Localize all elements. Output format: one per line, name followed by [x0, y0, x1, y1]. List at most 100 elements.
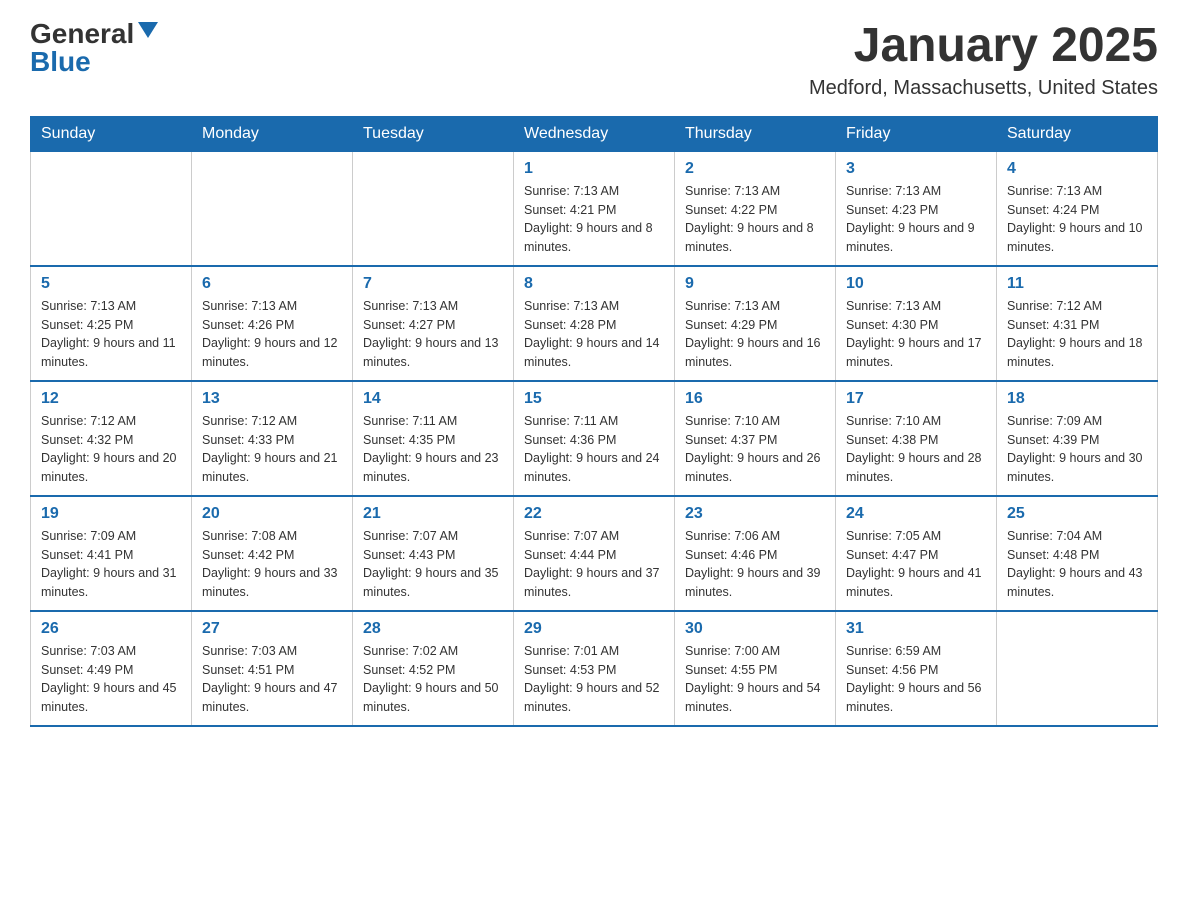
- calendar-day-cell: 27 Sunrise: 7:03 AMSunset: 4:51 PMDayligh…: [192, 611, 353, 726]
- day-info: Sunrise: 7:02 AMSunset: 4:52 PMDaylight:…: [363, 642, 503, 717]
- day-number: 23: [685, 505, 825, 523]
- calendar-day-cell: [997, 611, 1158, 726]
- day-info: Sunrise: 7:00 AMSunset: 4:55 PMDaylight:…: [685, 642, 825, 717]
- day-info: Sunrise: 7:03 AMSunset: 4:49 PMDaylight:…: [41, 642, 181, 717]
- calendar-day-cell: 7 Sunrise: 7:13 AMSunset: 4:27 PMDaylight…: [353, 266, 514, 381]
- day-info: Sunrise: 7:10 AMSunset: 4:37 PMDaylight:…: [685, 412, 825, 487]
- logo: General Blue: [30, 20, 158, 76]
- day-number: 26: [41, 620, 181, 638]
- day-of-week-header: Sunday: [31, 116, 192, 151]
- day-info: Sunrise: 7:13 AMSunset: 4:28 PMDaylight:…: [524, 297, 664, 372]
- day-info: Sunrise: 7:13 AMSunset: 4:30 PMDaylight:…: [846, 297, 986, 372]
- day-number: 22: [524, 505, 664, 523]
- day-number: 21: [363, 505, 503, 523]
- day-number: 3: [846, 160, 986, 178]
- day-number: 25: [1007, 505, 1147, 523]
- calendar-day-cell: 30 Sunrise: 7:00 AMSunset: 4:55 PMDayligh…: [675, 611, 836, 726]
- day-number: 9: [685, 275, 825, 293]
- day-number: 17: [846, 390, 986, 408]
- day-info: Sunrise: 7:05 AMSunset: 4:47 PMDaylight:…: [846, 527, 986, 602]
- calendar-day-cell: 17Sunrise: 7:10 AMSunset: 4:38 PMDayligh…: [836, 381, 997, 496]
- calendar-day-cell: 8 Sunrise: 7:13 AMSunset: 4:28 PMDaylight…: [514, 266, 675, 381]
- calendar-week-row: 5 Sunrise: 7:13 AMSunset: 4:25 PMDaylight…: [31, 266, 1158, 381]
- day-info: Sunrise: 7:03 AMSunset: 4:51 PMDaylight:…: [202, 642, 342, 717]
- calendar-day-cell: 22Sunrise: 7:07 AMSunset: 4:44 PMDayligh…: [514, 496, 675, 611]
- day-number: 6: [202, 275, 342, 293]
- day-info: Sunrise: 7:13 AMSunset: 4:29 PMDaylight:…: [685, 297, 825, 372]
- title-block: January 2025 Medford, Massachusetts, Uni…: [809, 20, 1158, 100]
- calendar-day-cell: 12 Sunrise: 7:12 AMSunset: 4:32 PMDayligh…: [31, 381, 192, 496]
- day-of-week-header: Monday: [192, 116, 353, 151]
- day-number: 24: [846, 505, 986, 523]
- day-number: 4: [1007, 160, 1147, 178]
- day-number: 15: [524, 390, 664, 408]
- day-of-week-header: Wednesday: [514, 116, 675, 151]
- calendar-day-cell: 21 Sunrise: 7:07 AMSunset: 4:43 PMDayligh…: [353, 496, 514, 611]
- logo-triangle-icon: [138, 22, 158, 38]
- day-of-week-header: Friday: [836, 116, 997, 151]
- day-number: 18: [1007, 390, 1147, 408]
- day-number: 10: [846, 275, 986, 293]
- day-info: Sunrise: 7:12 AMSunset: 4:33 PMDaylight:…: [202, 412, 342, 487]
- day-number: 19: [41, 505, 181, 523]
- day-number: 12: [41, 390, 181, 408]
- calendar-day-cell: 19 Sunrise: 7:09 AMSunset: 4:41 PMDayligh…: [31, 496, 192, 611]
- day-number: 30: [685, 620, 825, 638]
- day-info: Sunrise: 7:13 AMSunset: 4:23 PMDaylight:…: [846, 182, 986, 257]
- day-of-week-header: Thursday: [675, 116, 836, 151]
- calendar-day-cell: [192, 151, 353, 266]
- calendar-day-cell: 31 Sunrise: 6:59 AMSunset: 4:56 PMDayligh…: [836, 611, 997, 726]
- day-info: Sunrise: 7:13 AMSunset: 4:27 PMDaylight:…: [363, 297, 503, 372]
- day-info: Sunrise: 7:13 AMSunset: 4:25 PMDaylight:…: [41, 297, 181, 372]
- calendar-day-cell: 2Sunrise: 7:13 AMSunset: 4:22 PMDaylight…: [675, 151, 836, 266]
- calendar-week-row: 26 Sunrise: 7:03 AMSunset: 4:49 PMDayligh…: [31, 611, 1158, 726]
- calendar-day-cell: 15 Sunrise: 7:11 AMSunset: 4:36 PMDayligh…: [514, 381, 675, 496]
- calendar-week-row: 12 Sunrise: 7:12 AMSunset: 4:32 PMDayligh…: [31, 381, 1158, 496]
- day-number: 8: [524, 275, 664, 293]
- calendar-day-cell: 5 Sunrise: 7:13 AMSunset: 4:25 PMDaylight…: [31, 266, 192, 381]
- day-info: Sunrise: 7:08 AMSunset: 4:42 PMDaylight:…: [202, 527, 342, 602]
- day-number: 13: [202, 390, 342, 408]
- calendar-day-cell: 25 Sunrise: 7:04 AMSunset: 4:48 PMDayligh…: [997, 496, 1158, 611]
- day-number: 27: [202, 620, 342, 638]
- calendar-day-cell: [31, 151, 192, 266]
- day-number: 7: [363, 275, 503, 293]
- day-number: 20: [202, 505, 342, 523]
- day-number: 16: [685, 390, 825, 408]
- calendar-day-cell: 16 Sunrise: 7:10 AMSunset: 4:37 PMDayligh…: [675, 381, 836, 496]
- day-number: 1: [524, 160, 664, 178]
- day-number: 28: [363, 620, 503, 638]
- calendar-day-cell: 23 Sunrise: 7:06 AMSunset: 4:46 PMDayligh…: [675, 496, 836, 611]
- day-number: 11: [1007, 275, 1147, 293]
- calendar-day-cell: 20 Sunrise: 7:08 AMSunset: 4:42 PMDayligh…: [192, 496, 353, 611]
- day-info: Sunrise: 7:12 AMSunset: 4:31 PMDaylight:…: [1007, 297, 1147, 372]
- day-info: Sunrise: 7:07 AMSunset: 4:43 PMDaylight:…: [363, 527, 503, 602]
- day-number: 14: [363, 390, 503, 408]
- day-info: Sunrise: 7:12 AMSunset: 4:32 PMDaylight:…: [41, 412, 181, 487]
- calendar-body: 1Sunrise: 7:13 AMSunset: 4:21 PMDaylight…: [31, 151, 1158, 726]
- calendar-day-cell: 10 Sunrise: 7:13 AMSunset: 4:30 PMDayligh…: [836, 266, 997, 381]
- calendar-day-cell: [353, 151, 514, 266]
- calendar-day-cell: 11 Sunrise: 7:12 AMSunset: 4:31 PMDayligh…: [997, 266, 1158, 381]
- calendar-day-cell: 4Sunrise: 7:13 AMSunset: 4:24 PMDaylight…: [997, 151, 1158, 266]
- location-title: Medford, Massachusetts, United States: [809, 77, 1158, 100]
- day-number: 31: [846, 620, 986, 638]
- day-info: Sunrise: 7:11 AMSunset: 4:36 PMDaylight:…: [524, 412, 664, 487]
- calendar-day-cell: 29Sunrise: 7:01 AMSunset: 4:53 PMDayligh…: [514, 611, 675, 726]
- logo-blue-text: Blue: [30, 48, 91, 76]
- day-of-week-header: Saturday: [997, 116, 1158, 151]
- calendar-day-cell: 14Sunrise: 7:11 AMSunset: 4:35 PMDayligh…: [353, 381, 514, 496]
- day-info: Sunrise: 7:04 AMSunset: 4:48 PMDaylight:…: [1007, 527, 1147, 602]
- calendar-day-cell: 6 Sunrise: 7:13 AMSunset: 4:26 PMDaylight…: [192, 266, 353, 381]
- calendar-week-row: 19 Sunrise: 7:09 AMSunset: 4:41 PMDayligh…: [31, 496, 1158, 611]
- calendar-day-cell: 18Sunrise: 7:09 AMSunset: 4:39 PMDayligh…: [997, 381, 1158, 496]
- day-number: 29: [524, 620, 664, 638]
- calendar-day-cell: 24 Sunrise: 7:05 AMSunset: 4:47 PMDayligh…: [836, 496, 997, 611]
- day-info: Sunrise: 7:09 AMSunset: 4:41 PMDaylight:…: [41, 527, 181, 602]
- day-info: Sunrise: 6:59 AMSunset: 4:56 PMDaylight:…: [846, 642, 986, 717]
- day-info: Sunrise: 7:13 AMSunset: 4:26 PMDaylight:…: [202, 297, 342, 372]
- calendar-day-cell: 1Sunrise: 7:13 AMSunset: 4:21 PMDaylight…: [514, 151, 675, 266]
- day-info: Sunrise: 7:06 AMSunset: 4:46 PMDaylight:…: [685, 527, 825, 602]
- day-of-week-header: Tuesday: [353, 116, 514, 151]
- day-number: 5: [41, 275, 181, 293]
